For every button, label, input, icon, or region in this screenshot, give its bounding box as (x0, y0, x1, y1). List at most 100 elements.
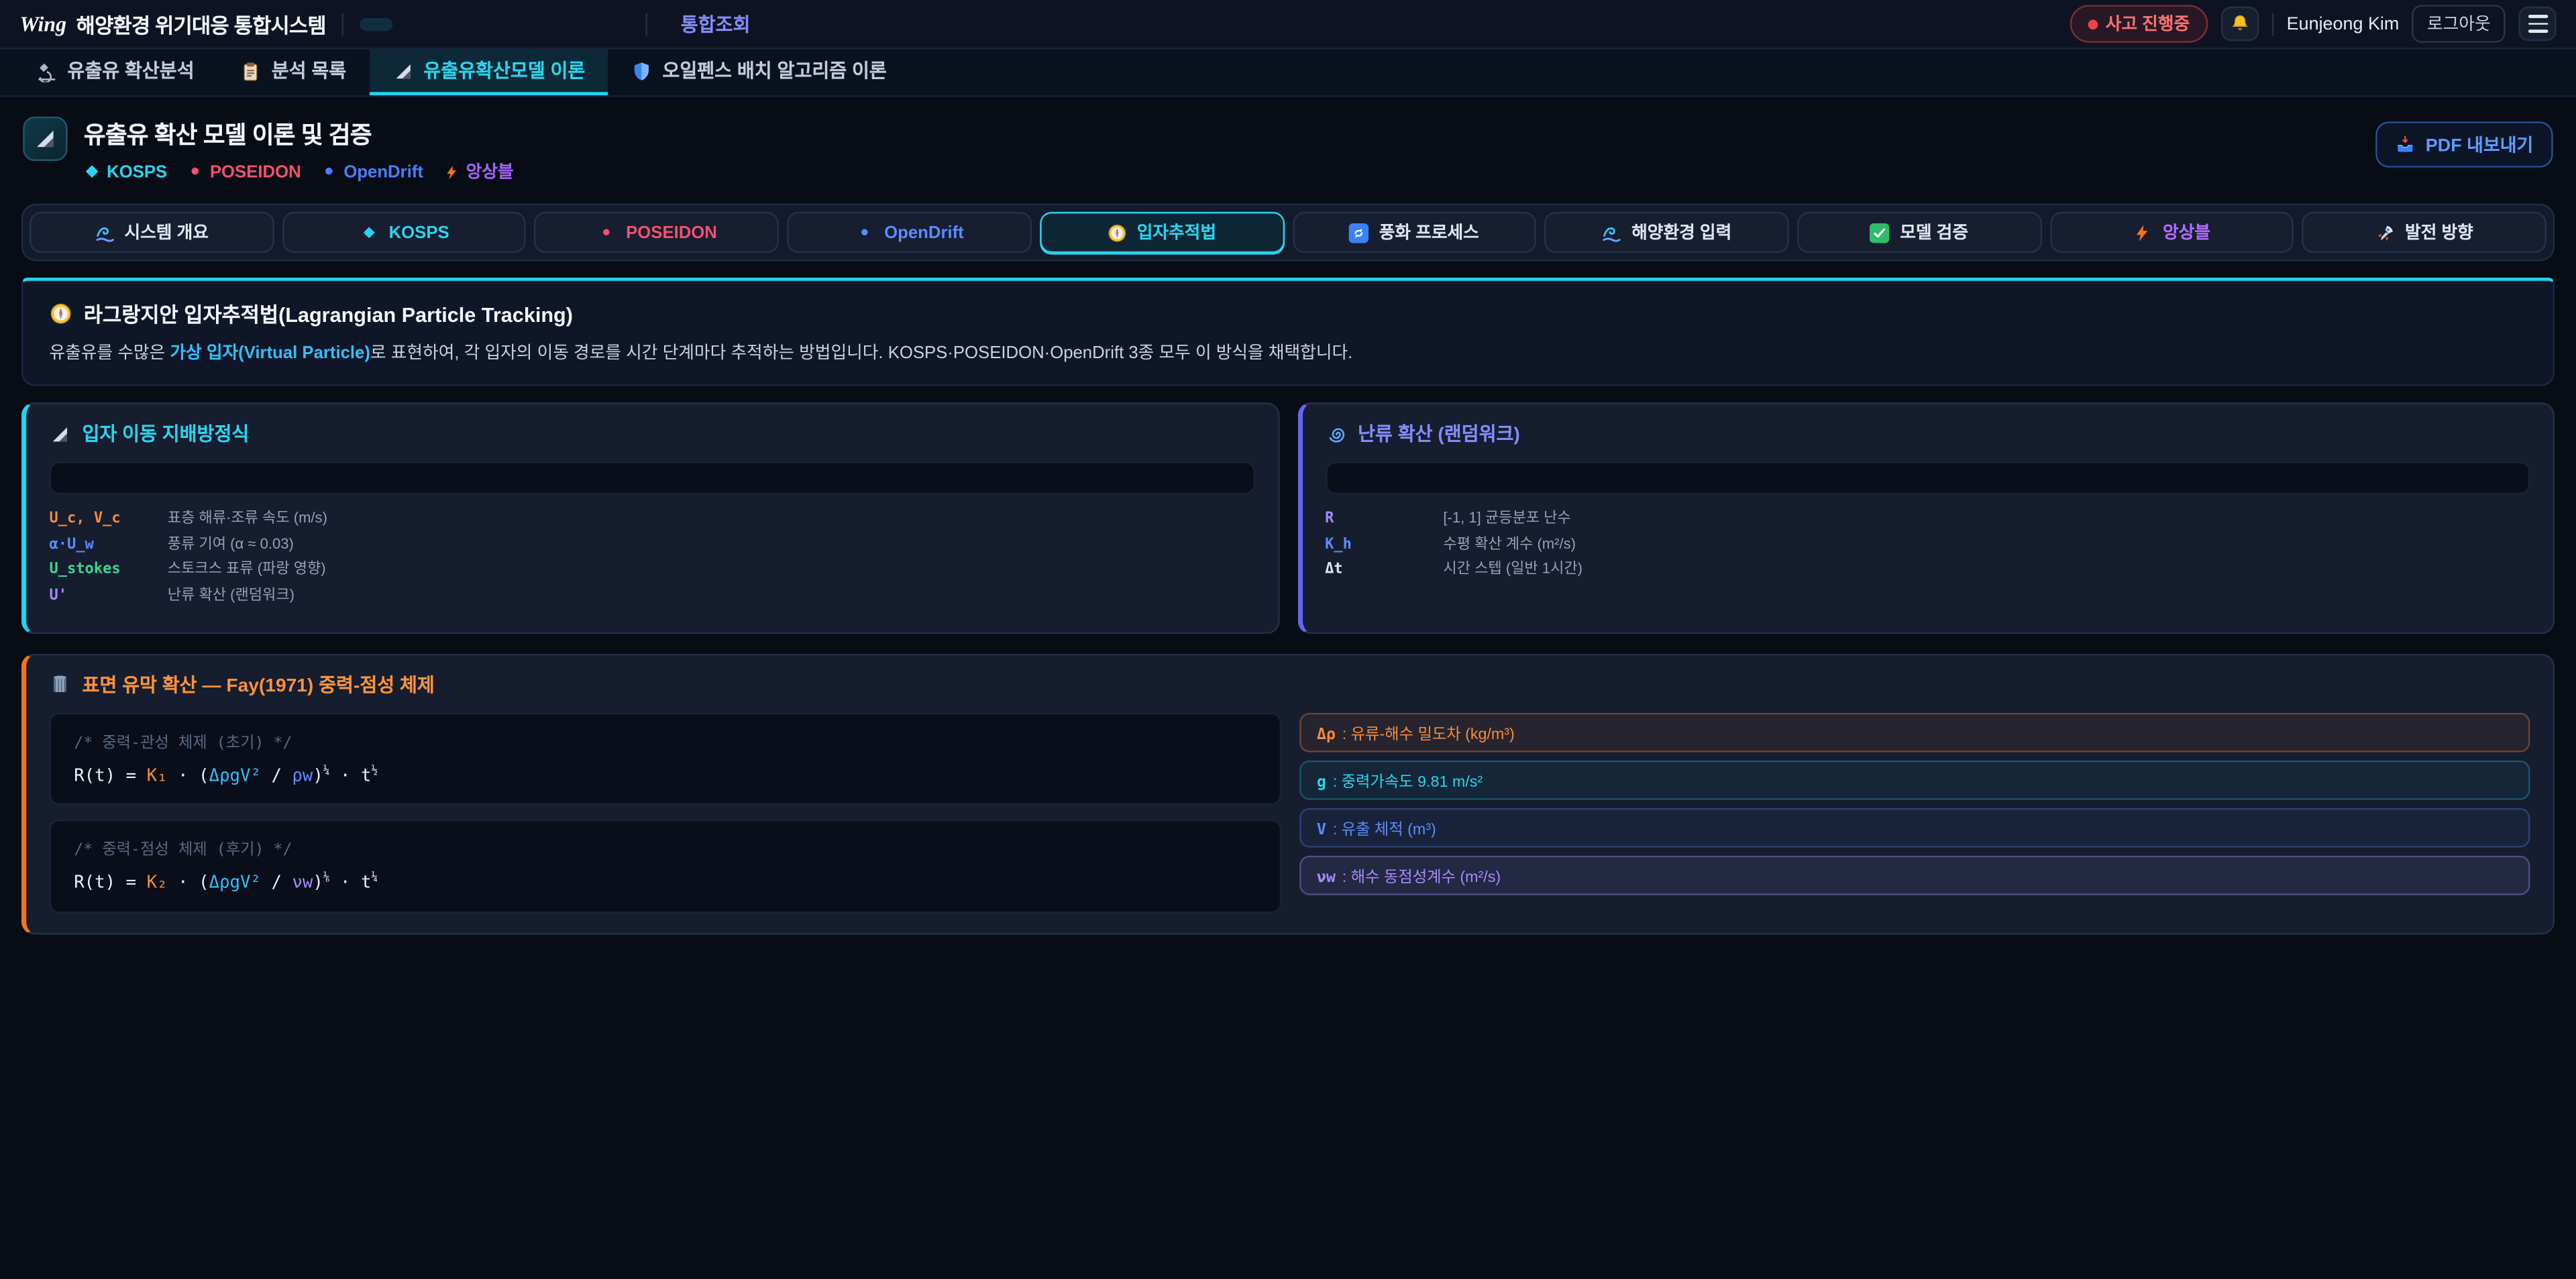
wave-icon (95, 223, 114, 242)
notifications-button[interactable] (2221, 7, 2259, 41)
model-badge: ◆ KOSPS (84, 162, 167, 181)
model-tab[interactable]: 발전 방향 (2302, 212, 2546, 253)
divider (342, 12, 343, 35)
model-tab[interactable]: ● POSEIDON (535, 212, 779, 253)
divider (646, 12, 647, 35)
page-header-left: 유출유 확산 모델 이론 및 검증 ◆ KOSPS ● POSEIDON ● O… (23, 117, 513, 184)
model-tab[interactable]: ● OpenDrift (787, 212, 1031, 253)
legend-desc: [-1, 1] 균등분포 난수 (1443, 509, 1570, 529)
diamond-icon: ◆ (84, 164, 100, 180)
page-icon-tile (23, 117, 67, 161)
model-tab[interactable]: 앙상블 (2049, 212, 2294, 253)
fay-block-viscous: /* 중력-점성 체제 (후기) */ R(t) = K₂ · (ΔρgV² /… (49, 820, 1281, 913)
legend-row: U_stokes 스토크스 표류 (파랑 영향) (49, 561, 1254, 581)
variable-desc: : 유류-해수 밀도차 (kg/m³) (1342, 720, 1515, 743)
logo[interactable]: Wing 해양환경 위기대응 통합시스템 (19, 8, 325, 40)
hamburger-icon (2528, 15, 2547, 32)
page-header: 유출유 확산 모델 이론 및 검증 ◆ KOSPS ● POSEIDON ● O… (0, 97, 2576, 197)
wave-icon (1602, 223, 1621, 242)
main-nav (360, 17, 630, 31)
formula-cards-row: 입자 이동 지배방정식 U_c, V_c 표층 해류·조류 속도 (m/s) α… (21, 402, 2555, 634)
sub-tab[interactable]: 분석 목록 (217, 49, 370, 95)
model-badge-row: ◆ KOSPS ● POSEIDON ● OpenDrift 앙상블 (84, 160, 514, 184)
fay-formula-column: /* 중력-관성 체제 (초기) */ R(t) = K₁ · (ΔρgV² /… (49, 712, 1281, 913)
lagrangian-banner: 라그랑지안 입자추적법(Lagrangian Particle Tracking… (21, 278, 2555, 386)
app-root: Wing 해양환경 위기대응 통합시스템 통합조회 사고 진행중 Eunjeon… (0, 0, 2576, 1279)
virtual-particle-highlight: 가상 입자(Virtual Particle) (170, 343, 370, 363)
page-title: 유출유 확산 모델 이론 및 검증 (84, 117, 514, 151)
sub-tab-label: 유출유확산모델 이론 (423, 58, 585, 84)
page-header-text: 유출유 확산 모델 이론 및 검증 ◆ KOSPS ● POSEIDON ● O… (84, 117, 514, 184)
fay-formula-1: R(t) = K₁ · (ΔρgV² / ρw)¼ · t½ (74, 763, 1256, 785)
turbulence-code-block (1325, 461, 2530, 494)
legend-term: α·U_w (49, 537, 167, 556)
variable-pill: g : 중력가속도 9.81 m/s² (1299, 760, 2530, 799)
model-tab-label: POSEIDON (626, 223, 717, 242)
legend-row: Δt 시간 스텝 (일반 1시간) (1325, 561, 2530, 581)
logout-button[interactable]: 로그아웃 (2412, 5, 2506, 42)
code-comment: /* 중력-점성 체제 (후기) */ (74, 836, 1256, 859)
nav-item[interactable] (557, 17, 590, 31)
legend-desc: 스토크스 표류 (파랑 영향) (168, 561, 326, 580)
model-badge: 앙상블 (443, 160, 513, 184)
dot-icon: ● (855, 223, 874, 242)
sub-tab[interactable]: 유출유 확산분석 (13, 49, 217, 95)
fay-card-title-row: 표면 유막 확산 — Fay(1971) 중력-점성 체제 (49, 671, 2530, 698)
legend-term: U_stokes (49, 562, 167, 581)
variable-pill: Δρ : 유류-해수 밀도차 (kg/m³) (1299, 712, 2530, 752)
variable-term: Δρ (1317, 726, 1336, 744)
model-tab[interactable]: 해양환경 입력 (1545, 212, 1789, 253)
nav-item[interactable] (400, 17, 433, 31)
status-dot-icon (2088, 19, 2098, 29)
model-tab-label: 입자추적법 (1137, 220, 1216, 245)
nav-item[interactable] (597, 17, 630, 31)
compass-icon (49, 301, 72, 324)
pdf-export-button[interactable]: PDF 내보내기 (2376, 121, 2553, 168)
sub-tab[interactable]: 유출유확산모델 이론 (369, 49, 608, 95)
model-tab[interactable]: 입자추적법 (1040, 212, 1284, 253)
turbulence-card-title-row: 난류 확산 (랜덤워크) (1325, 421, 2530, 447)
variable-desc: : 중력가속도 9.81 m/s² (1333, 769, 1483, 791)
model-tab-strip: 시스템 개요 ◆ KOSPS ● POSEIDON ● OpenDrift 입자… (21, 204, 2555, 262)
model-tab[interactable]: 모델 검증 (1797, 212, 2041, 253)
nav-item[interactable] (439, 17, 472, 31)
nav-item[interactable] (360, 17, 393, 31)
legend-desc: 수평 확산 계수 (m²/s) (1443, 535, 1576, 555)
nav-item[interactable] (518, 17, 551, 31)
sub-tab[interactable]: 오일펜스 배치 알고리즘 이론 (608, 49, 910, 95)
sub-tab-bar: 유출유 확산분석 분석 목록 유출유확산모델 이론 오일펜스 배치 알고리즘 이… (0, 49, 2576, 97)
pdf-export-label: PDF 내보내기 (2426, 131, 2534, 158)
clipboard-icon (240, 60, 262, 81)
governing-card-title: 입자 이동 지배방정식 (82, 421, 249, 447)
shield-icon (631, 60, 653, 81)
turbulence-legend: R [-1, 1] 균등분포 난수 K_h 수평 확산 계수 (m²/s) Δt… (1325, 509, 2530, 581)
legend-desc: 시간 스텝 (일반 1시간) (1443, 561, 1582, 580)
code-comment: /* 중력-관성 체제 (초기) */ (74, 729, 1256, 752)
model-badge: ● OpenDrift (321, 162, 423, 181)
divider (2272, 12, 2273, 35)
model-tab-label: 앙상블 (2163, 220, 2210, 245)
model-tab[interactable]: ◆ KOSPS (282, 212, 526, 253)
nav-item[interactable] (479, 17, 512, 31)
governing-equation-card: 입자 이동 지배방정식 U_c, V_c 표층 해류·조류 속도 (m/s) α… (21, 402, 1279, 634)
check-icon (1870, 223, 1890, 242)
model-tab-label: 발전 방향 (2405, 220, 2473, 245)
sub-tab-label: 유출유 확산분석 (67, 58, 194, 84)
variable-term: V (1317, 821, 1326, 839)
nav-item-integrated-search[interactable]: 통합조회 (664, 4, 767, 44)
model-tab-label: KOSPS (389, 223, 449, 242)
microscope-icon (36, 60, 58, 81)
ruler-icon (49, 423, 70, 445)
legend-term: R (1325, 511, 1443, 531)
model-tab[interactable]: 풍화 프로세스 (1292, 212, 1536, 253)
model-tab[interactable]: 시스템 개요 (30, 212, 274, 253)
menu-button[interactable] (2518, 7, 2556, 41)
model-tab-label: 시스템 개요 (124, 220, 208, 245)
compass-icon (1108, 223, 1127, 242)
fay-variable-column: Δρ : 유류-해수 밀도차 (kg/m³) g : 중력가속도 9.81 m/… (1299, 712, 2530, 913)
ruler-icon (33, 127, 58, 152)
legend-term: Δt (1325, 562, 1443, 581)
spiral-icon (1325, 423, 1346, 445)
legend-desc: 표층 해류·조류 속도 (m/s) (168, 509, 327, 529)
variable-pill: νw : 해수 동점성계수 (m²/s) (1299, 855, 2530, 895)
